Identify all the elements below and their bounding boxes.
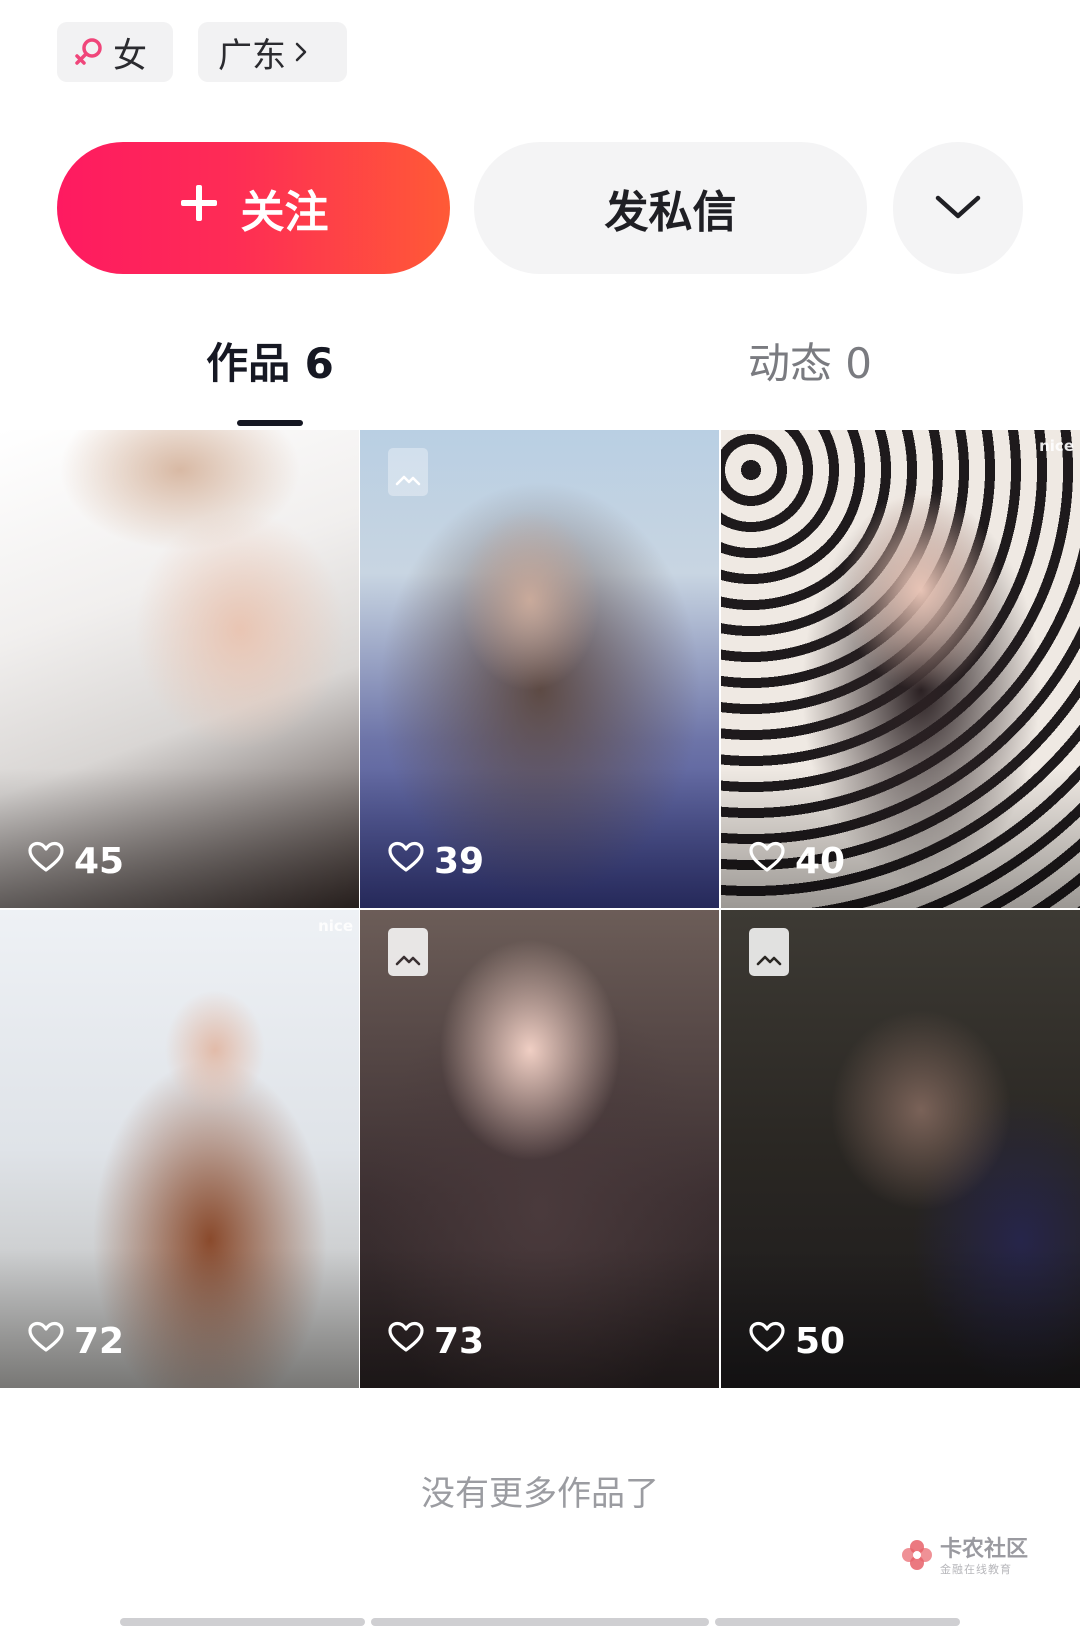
- image-post-badge: [388, 448, 428, 496]
- likes-count: 39: [388, 841, 484, 882]
- scroll-indicator-segment: [715, 1618, 960, 1626]
- heart-icon: [749, 841, 785, 882]
- content-tabs: 作品 6 动态 0: [0, 330, 1080, 430]
- active-tab-indicator: [237, 420, 303, 426]
- heart-icon: [28, 1321, 64, 1362]
- location-tag[interactable]: 广东: [198, 22, 347, 82]
- likes-value: 45: [74, 841, 125, 882]
- likes-count: 72: [28, 1321, 124, 1362]
- image-post-badge: [388, 928, 428, 976]
- message-button[interactable]: 发私信: [474, 142, 867, 274]
- work-thumbnail[interactable]: 50: [721, 910, 1080, 1388]
- gender-label: 女: [113, 35, 147, 76]
- message-label: 发私信: [604, 188, 737, 237]
- heart-icon: [28, 841, 64, 882]
- thumbnail-shade: [0, 1248, 359, 1388]
- site-watermark: 卡农社区 金融在线教育: [900, 1538, 1028, 1576]
- video-watermark: nice: [1039, 437, 1074, 455]
- chevron-right-icon: [294, 40, 308, 64]
- work-thumbnail[interactable]: 39: [360, 430, 719, 908]
- thumbnail-shade: [721, 1248, 1080, 1388]
- thumbnail-shade: [360, 1248, 719, 1388]
- heart-icon: [388, 1321, 424, 1362]
- profile-actions: 关注 发私信: [57, 142, 1023, 274]
- watermark-name: 卡农社区: [940, 1537, 1029, 1562]
- chevron-down-icon: [934, 193, 982, 224]
- scroll-indicator-segment: [120, 1618, 365, 1626]
- likes-count: 40: [749, 841, 845, 882]
- work-thumbnail[interactable]: 73: [360, 910, 719, 1388]
- follow-button[interactable]: 关注: [57, 142, 450, 274]
- heart-icon: [749, 1321, 785, 1362]
- likes-value: 50: [795, 1321, 846, 1362]
- works-grid: 45 39 nice 40 nice 72 73 50: [0, 430, 1080, 1388]
- tab-works[interactable]: 作品 6: [0, 330, 540, 391]
- likes-value: 72: [74, 1321, 125, 1362]
- thumbnail-shade: [0, 768, 359, 908]
- follow-label: 关注: [240, 188, 329, 237]
- no-more-works-text: 没有更多作品了: [421, 1474, 659, 1514]
- likes-count: 73: [388, 1321, 484, 1362]
- likes-value: 73: [434, 1321, 485, 1362]
- image-icon: [395, 471, 421, 490]
- flower-logo-icon: [900, 1538, 934, 1576]
- profile-tags: 女 广东: [57, 22, 347, 82]
- more-options-button[interactable]: [893, 142, 1023, 274]
- heart-icon: [388, 841, 424, 882]
- image-icon: [395, 951, 421, 970]
- gender-tag: 女: [57, 22, 173, 82]
- female-icon: [73, 36, 105, 68]
- location-label: 广东: [218, 35, 286, 76]
- work-thumbnail[interactable]: nice 40: [721, 430, 1080, 908]
- likes-value: 39: [434, 841, 485, 882]
- scroll-indicator-segment: [371, 1618, 709, 1626]
- likes-value: 40: [795, 841, 846, 882]
- plus-icon: [179, 183, 219, 234]
- work-thumbnail[interactable]: 45: [0, 430, 359, 908]
- image-icon: [756, 951, 782, 970]
- watermark-tagline: 金融在线教育: [940, 1563, 1012, 1576]
- image-post-badge: [749, 928, 789, 976]
- work-thumbnail[interactable]: nice 72: [0, 910, 359, 1388]
- thumbnail-shade: [721, 768, 1080, 908]
- thumbnail-shade: [360, 768, 719, 908]
- tab-updates[interactable]: 动态 0: [540, 330, 1080, 391]
- likes-count: 50: [749, 1321, 845, 1362]
- video-watermark: nice: [318, 917, 353, 935]
- likes-count: 45: [28, 841, 124, 882]
